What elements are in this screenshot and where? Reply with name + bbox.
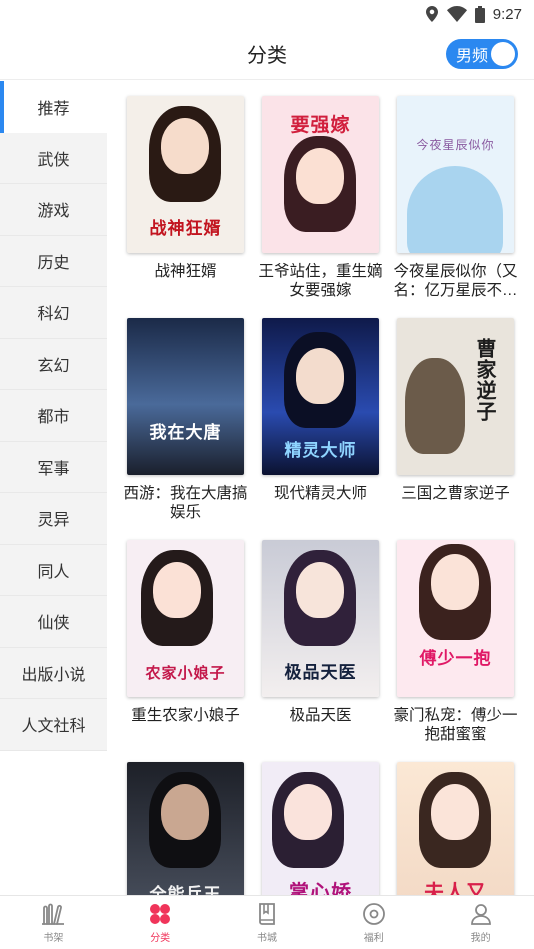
profile-icon <box>470 903 491 925</box>
nav-label: 福利 <box>363 932 384 944</box>
cover-title: 今夜星辰似你 <box>416 138 495 152</box>
book-card[interactable]: 今夜星辰似你 今夜星辰似你（又名：亿万星辰不… <box>388 96 523 318</box>
book-title: 战神狂婿 <box>154 263 217 280</box>
book-cover: 傅少一抱 <box>397 540 514 697</box>
sidebar-item-label: 人文社科 <box>21 718 86 736</box>
toggle-label: 男频 <box>456 48 489 65</box>
book-title: 三国之曹家逆子 <box>401 485 510 502</box>
book-title: 现代精灵大师 <box>273 485 367 502</box>
status-bar: 9:27 <box>0 0 534 28</box>
sidebar-item-humanities[interactable]: 人文社科 <box>0 699 107 751</box>
book-card[interactable]: 极品天医 极品天医 <box>253 540 388 762</box>
book-card[interactable]: 傅少一抱 豪门私宠：傅少一抱甜蜜蜜 <box>388 540 523 762</box>
sidebar-item-published[interactable]: 出版小说 <box>0 647 107 699</box>
book-card[interactable]: 战神狂婿 战神狂婿 <box>118 96 253 318</box>
sidebar-item-supernatural[interactable]: 灵异 <box>0 493 107 545</box>
cover-title: 极品天医 <box>284 663 357 683</box>
bottom-navigation: 书架 分类 书城 福利 我的 <box>0 895 534 949</box>
cover-title: 傅少一抱 <box>419 649 492 669</box>
book-cover: 要强嫁 <box>262 96 379 253</box>
book-cover: 曹家逆子 <box>397 318 514 475</box>
sidebar-item-label: 仙侠 <box>37 615 70 633</box>
sidebar-item-label: 军事 <box>37 460 70 478</box>
book-card[interactable]: 要强嫁 王爷站住，重生嫡女要强嫁 <box>253 96 388 318</box>
sidebar-item-military[interactable]: 军事 <box>0 441 107 493</box>
sidebar-item-fanfic[interactable]: 同人 <box>0 544 107 596</box>
book-cover: 我在大唐 <box>127 318 244 475</box>
book-title: 重生农家小娘子 <box>131 707 240 724</box>
book-title: 王爷站住，重生嫡女要强嫁 <box>258 263 383 299</box>
sidebar-item-label: 科幻 <box>37 306 70 324</box>
sidebar-item-label: 同人 <box>37 563 70 581</box>
battery-icon <box>474 5 485 23</box>
cover-title: 农家小娘子 <box>145 664 226 682</box>
bookstore-icon <box>259 902 275 925</box>
cover-title: 精灵大师 <box>284 441 357 461</box>
sidebar-item-recommend[interactable]: 推荐 <box>0 81 107 133</box>
sidebar-item-game[interactable]: 游戏 <box>0 184 107 236</box>
sidebar-item-label: 玄幻 <box>37 357 70 375</box>
sidebar-item-label: 灵异 <box>37 512 70 530</box>
book-title: 豪门私宠：傅少一抱甜蜜蜜 <box>393 707 518 743</box>
nav-label: 分类 <box>150 932 171 944</box>
book-title: 极品天医 <box>289 707 352 724</box>
sidebar-item-label: 游戏 <box>37 203 70 221</box>
nav-bookshelf[interactable]: 书架 <box>0 896 107 949</box>
book-card[interactable]: 精灵大师 现代精灵大师 <box>253 318 388 540</box>
book-cover: 极品天医 <box>262 540 379 697</box>
nav-category[interactable]: 分类 <box>107 896 214 949</box>
sidebar-item-label: 出版小说 <box>21 666 86 684</box>
sidebar-item-fantasy[interactable]: 玄幻 <box>0 338 107 390</box>
category-icon <box>150 903 171 924</box>
nav-welfare[interactable]: 福利 <box>320 896 427 949</box>
nav-label: 书城 <box>256 932 277 944</box>
book-card[interactable]: 曹家逆子 三国之曹家逆子 <box>388 318 523 540</box>
page-title: 分类 <box>247 45 287 67</box>
nav-profile[interactable]: 我的 <box>427 896 534 949</box>
book-cover: 农家小娘子 <box>127 540 244 697</box>
sidebar-item-scifi[interactable]: 科幻 <box>0 287 107 339</box>
sidebar-item-history[interactable]: 历史 <box>0 235 107 287</box>
bookshelf-icon <box>42 903 65 925</box>
book-cover: 战神狂婿 <box>127 96 244 253</box>
nav-label: 书架 <box>43 932 64 944</box>
nav-label: 我的 <box>470 932 491 944</box>
book-title: 今夜星辰似你（又名：亿万星辰不… <box>393 263 518 299</box>
category-sidebar: 推荐 武侠 游戏 历史 科幻 玄幻 都市 军事 灵异 同人 仙侠 出版小说 人文… <box>0 81 107 751</box>
sidebar-item-urban[interactable]: 都市 <box>0 390 107 442</box>
status-time: 9:27 <box>492 5 522 23</box>
sidebar-item-xianxia[interactable]: 仙侠 <box>0 596 107 648</box>
toggle-knob <box>491 42 515 66</box>
book-cover: 精灵大师 <box>262 318 379 475</box>
sidebar-item-label: 历史 <box>37 254 70 272</box>
gender-channel-toggle[interactable]: 男频 <box>446 39 518 69</box>
wifi-icon <box>446 6 467 22</box>
cover-title: 曹家逆子 <box>473 338 497 422</box>
sidebar-item-label: 推荐 <box>37 100 70 118</box>
sidebar-item-label: 武侠 <box>37 151 70 169</box>
cover-title: 要强嫁 <box>290 114 351 136</box>
app-screen: 9:27 分类 男频 推荐 武侠 游戏 历史 科幻 玄幻 都市 军事 灵异 同人… <box>0 0 534 949</box>
welfare-icon <box>362 902 385 925</box>
book-cover: 今夜星辰似你 <box>397 96 514 253</box>
cover-title: 我在大唐 <box>149 423 222 443</box>
book-card[interactable]: 我在大唐 西游：我在大唐搞娱乐 <box>118 318 253 540</box>
book-grid: 战神狂婿 战神狂婿 要强嫁 王爷站住，重生嫡女要强嫁 今夜星辰似你 今夜星辰似你… <box>118 96 524 949</box>
location-icon <box>425 6 438 22</box>
book-title: 西游：我在大唐搞娱乐 <box>123 485 248 521</box>
page-header: 分类 男频 <box>0 28 534 80</box>
sidebar-item-label: 都市 <box>37 409 70 427</box>
cover-title: 战神狂婿 <box>149 219 222 239</box>
book-card[interactable]: 农家小娘子 重生农家小娘子 <box>118 540 253 762</box>
sidebar-item-wuxia[interactable]: 武侠 <box>0 132 107 184</box>
nav-bookstore[interactable]: 书城 <box>214 896 321 949</box>
